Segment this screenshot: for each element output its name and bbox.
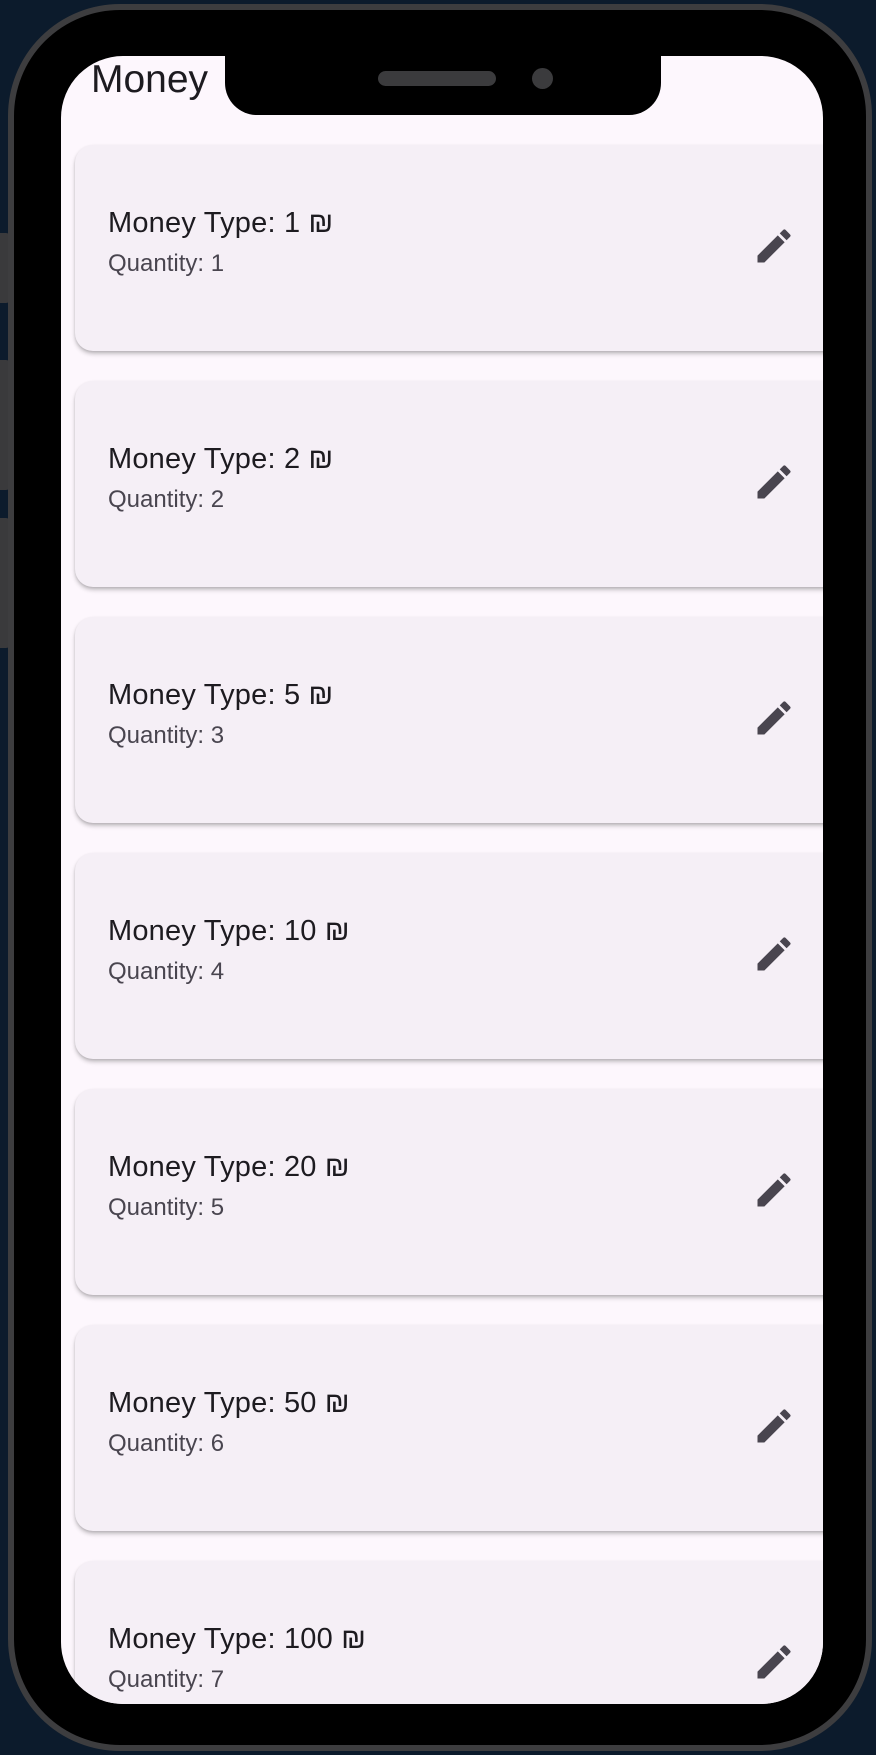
list-item[interactable]: Money Type: 2 ₪ Quantity: 2 — [75, 381, 823, 587]
pencil-icon — [757, 1409, 791, 1443]
app-screen: Money Money Type: 1 ₪ Quantity: 1 Money … — [61, 56, 823, 1704]
list-item-text: Money Type: 1 ₪ Quantity: 1 — [108, 204, 333, 280]
pencil-icon — [757, 465, 791, 499]
quantity-label: Quantity: 1 — [108, 250, 225, 277]
quantity-label: Quantity: 3 — [108, 722, 225, 749]
camera-notch — [225, 56, 661, 115]
list-item-text: Money Type: 50 ₪ Quantity: 6 — [108, 1384, 350, 1460]
edit-button[interactable] — [752, 460, 796, 504]
pencil-icon — [757, 937, 791, 971]
list-item-text: Money Type: 100 ₪ Quantity: 7 — [108, 1620, 366, 1696]
edit-button[interactable] — [752, 932, 796, 976]
page-title: Money — [91, 58, 209, 101]
money-type-label: Money Type: 100 ₪ — [108, 1623, 367, 1655]
front-camera — [532, 68, 553, 89]
quantity-label: Quantity: 6 — [108, 1430, 225, 1457]
edit-button[interactable] — [752, 1168, 796, 1212]
list-item[interactable]: Money Type: 100 ₪ Quantity: 7 — [75, 1561, 823, 1704]
quantity-label: Quantity: 5 — [108, 1194, 225, 1221]
list-item-text: Money Type: 2 ₪ Quantity: 2 — [108, 440, 333, 516]
speaker-grille — [378, 71, 496, 86]
edit-button[interactable] — [752, 1404, 796, 1448]
quantity-label: Quantity: 2 — [108, 486, 225, 513]
money-list[interactable]: Money Type: 1 ₪ Quantity: 1 Money Type: … — [75, 145, 823, 1704]
device-background: Money Money Type: 1 ₪ Quantity: 1 Money … — [0, 0, 876, 1755]
pencil-icon — [757, 1173, 791, 1207]
list-item-text: Money Type: 10 ₪ Quantity: 4 — [108, 912, 350, 988]
list-item[interactable]: Money Type: 5 ₪ Quantity: 3 — [75, 617, 823, 823]
pencil-icon — [757, 701, 791, 735]
list-item-text: Money Type: 20 ₪ Quantity: 5 — [108, 1148, 350, 1224]
money-type-label: Money Type: 50 ₪ — [108, 1387, 350, 1419]
money-type-label: Money Type: 10 ₪ — [108, 915, 350, 947]
list-item[interactable]: Money Type: 1 ₪ Quantity: 1 — [75, 145, 823, 351]
edit-button[interactable] — [752, 696, 796, 740]
edit-button[interactable] — [752, 1640, 796, 1684]
money-type-label: Money Type: 2 ₪ — [108, 443, 334, 475]
money-type-label: Money Type: 20 ₪ — [108, 1151, 350, 1183]
list-item[interactable]: Money Type: 50 ₪ Quantity: 6 — [75, 1325, 823, 1531]
list-item[interactable]: Money Type: 20 ₪ Quantity: 5 — [75, 1089, 823, 1295]
money-type-label: Money Type: 1 ₪ — [108, 207, 334, 239]
edit-button[interactable] — [752, 224, 796, 268]
pencil-icon — [757, 1645, 791, 1679]
money-type-label: Money Type: 5 ₪ — [108, 679, 334, 711]
quantity-label: Quantity: 4 — [108, 958, 225, 985]
list-item[interactable]: Money Type: 10 ₪ Quantity: 4 — [75, 853, 823, 1059]
quantity-label: Quantity: 7 — [108, 1666, 225, 1693]
list-item-text: Money Type: 5 ₪ Quantity: 3 — [108, 676, 333, 752]
pencil-icon — [757, 229, 791, 263]
